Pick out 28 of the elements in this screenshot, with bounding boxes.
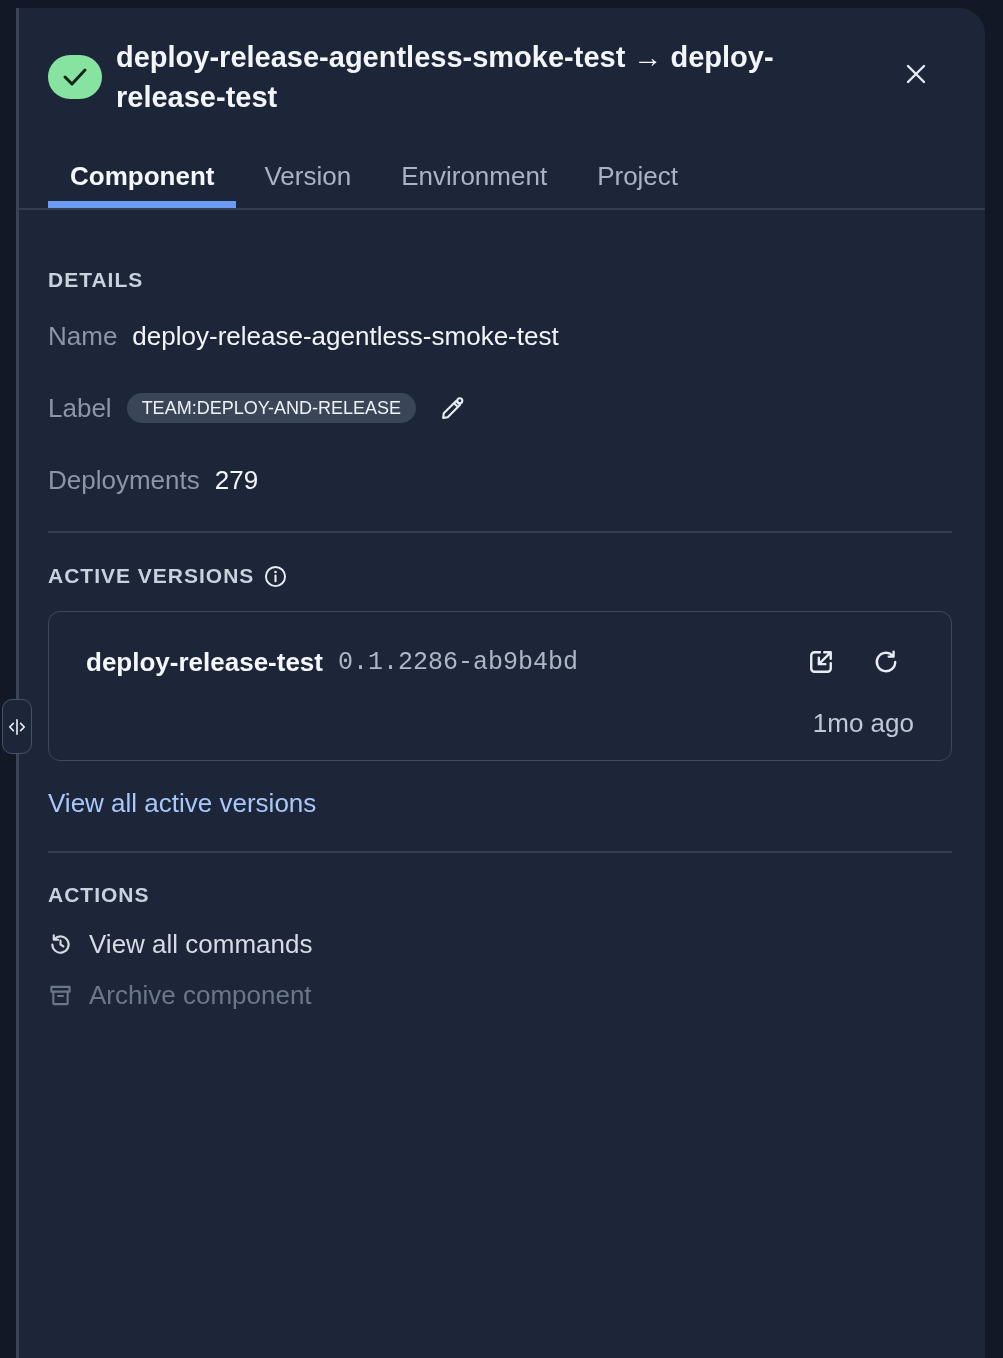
pencil-icon[interactable] xyxy=(440,395,466,421)
label-tag: TEAM:DEPLOY-AND-RELEASE xyxy=(126,393,417,423)
split-chevrons-icon xyxy=(7,716,27,737)
info-icon[interactable] xyxy=(264,564,288,588)
version-age: 1mo ago xyxy=(812,707,914,740)
action-item[interactable]: View all commands xyxy=(48,924,313,964)
field-value: deploy-release-agentless-smoke-test xyxy=(132,320,559,352)
version-name: deploy-release-test xyxy=(86,646,323,678)
archive-box-icon xyxy=(49,983,72,1007)
field-label: Deployments xyxy=(48,464,200,496)
section-heading: ACTIONS xyxy=(48,882,150,908)
history-icon xyxy=(49,932,72,956)
refresh-icon[interactable] xyxy=(873,649,899,675)
resize-handle[interactable] xyxy=(2,699,32,754)
field-label: Name xyxy=(48,320,118,352)
tab[interactable]: Environment xyxy=(379,159,570,208)
view-all-link[interactable]: View all active versions xyxy=(48,786,317,820)
tab[interactable]: Component xyxy=(48,159,237,208)
box-arrow-icon[interactable] xyxy=(808,649,834,675)
close-icon[interactable] xyxy=(906,64,926,84)
section-heading: ACTIVE VERSIONS xyxy=(48,563,255,589)
section-heading: DETAILS xyxy=(48,267,144,293)
field-label: Label xyxy=(48,392,112,424)
panel-title: deploy-release-agentless-smoke-test → deploy-release-test xyxy=(116,40,775,115)
tab[interactable]: Version xyxy=(242,159,374,208)
field-value: 279 xyxy=(214,464,259,496)
tab[interactable]: Project xyxy=(575,159,701,208)
version-number: 0.1.2286-ab9b4bd xyxy=(338,647,579,677)
